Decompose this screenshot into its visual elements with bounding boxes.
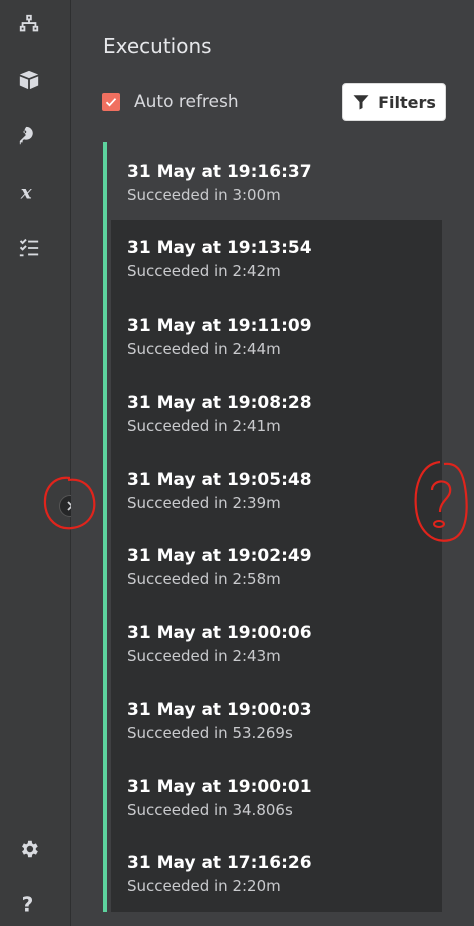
execution-status: Succeeded in 3:00m [127, 186, 281, 204]
page-title: Executions [103, 34, 212, 58]
execution-status: Succeeded in 53.269s [127, 724, 293, 742]
execution-status: Succeeded in 2:58m [127, 570, 281, 588]
filter-icon [353, 95, 369, 110]
executions-list: 31 May at 19:16:37 Succeeded in 3:00m 31… [103, 142, 442, 912]
key-icon[interactable] [18, 125, 40, 147]
auto-refresh-checkbox[interactable] [102, 93, 120, 111]
execution-item[interactable]: 31 May at 19:05:48 Succeeded in 2:39m [127, 470, 427, 512]
execution-timestamp: 31 May at 19:05:48 [127, 470, 312, 490]
executions-panel: Executions Auto refresh Filters 31 May a… [71, 0, 474, 926]
variable-x-icon[interactable]: x [18, 181, 40, 203]
execution-item[interactable]: 31 May at 19:13:54 Succeeded in 2:42m [127, 238, 427, 280]
auto-refresh-label: Auto refresh [134, 92, 239, 112]
execution-timestamp: 31 May at 19:02:49 [127, 546, 312, 566]
execution-timestamp: 31 May at 17:16:26 [127, 853, 312, 873]
execution-timestamp: 31 May at 19:00:06 [127, 623, 312, 643]
execution-status: Succeeded in 2:44m [127, 340, 281, 358]
execution-timestamp: 31 May at 19:00:03 [127, 700, 312, 720]
network-icon[interactable] [18, 13, 40, 35]
execution-timestamp: 31 May at 19:00:01 [127, 777, 312, 797]
execution-timestamp: 31 May at 19:16:37 [127, 162, 312, 182]
checklist-icon[interactable] [18, 237, 40, 259]
help-icon[interactable]: ? [18, 893, 40, 915]
execution-status: Succeeded in 2:41m [127, 417, 281, 435]
execution-item[interactable]: 31 May at 19:08:28 Succeeded in 2:41m [127, 393, 427, 435]
execution-item[interactable]: 31 May at 19:11:09 Succeeded in 2:44m [127, 316, 427, 358]
execution-status: Succeeded in 2:20m [127, 877, 281, 895]
execution-status: Succeeded in 2:42m [127, 262, 281, 280]
check-icon [105, 98, 117, 107]
execution-item[interactable]: 31 May at 19:00:01 Succeeded in 34.806s [127, 777, 427, 819]
execution-item[interactable]: 31 May at 19:02:49 Succeeded in 2:58m [127, 546, 427, 588]
sidebar: x ? [0, 0, 71, 926]
box-icon[interactable] [18, 69, 40, 91]
execution-timestamp: 31 May at 19:13:54 [127, 238, 312, 258]
filters-label: Filters [378, 92, 436, 112]
execution-item[interactable]: 31 May at 19:16:37 Succeeded in 3:00m [127, 162, 427, 204]
execution-item[interactable]: 31 May at 19:00:03 Succeeded in 53.269s [127, 700, 427, 742]
execution-status: Succeeded in 34.806s [127, 801, 293, 819]
gear-icon[interactable] [18, 838, 40, 860]
auto-refresh-toggle[interactable]: Auto refresh [102, 92, 239, 112]
execution-item[interactable]: 31 May at 19:00:06 Succeeded in 2:43m [127, 623, 427, 665]
execution-timestamp: 31 May at 19:08:28 [127, 393, 312, 413]
execution-status: Succeeded in 2:39m [127, 494, 281, 512]
execution-item[interactable]: 31 May at 17:16:26 Succeeded in 2:20m [127, 853, 427, 895]
svg-text:?: ? [22, 893, 34, 915]
filters-button[interactable]: Filters [342, 83, 446, 121]
svg-text:x: x [20, 182, 33, 203]
execution-timestamp: 31 May at 19:11:09 [127, 316, 312, 336]
execution-status: Succeeded in 2:43m [127, 647, 281, 665]
